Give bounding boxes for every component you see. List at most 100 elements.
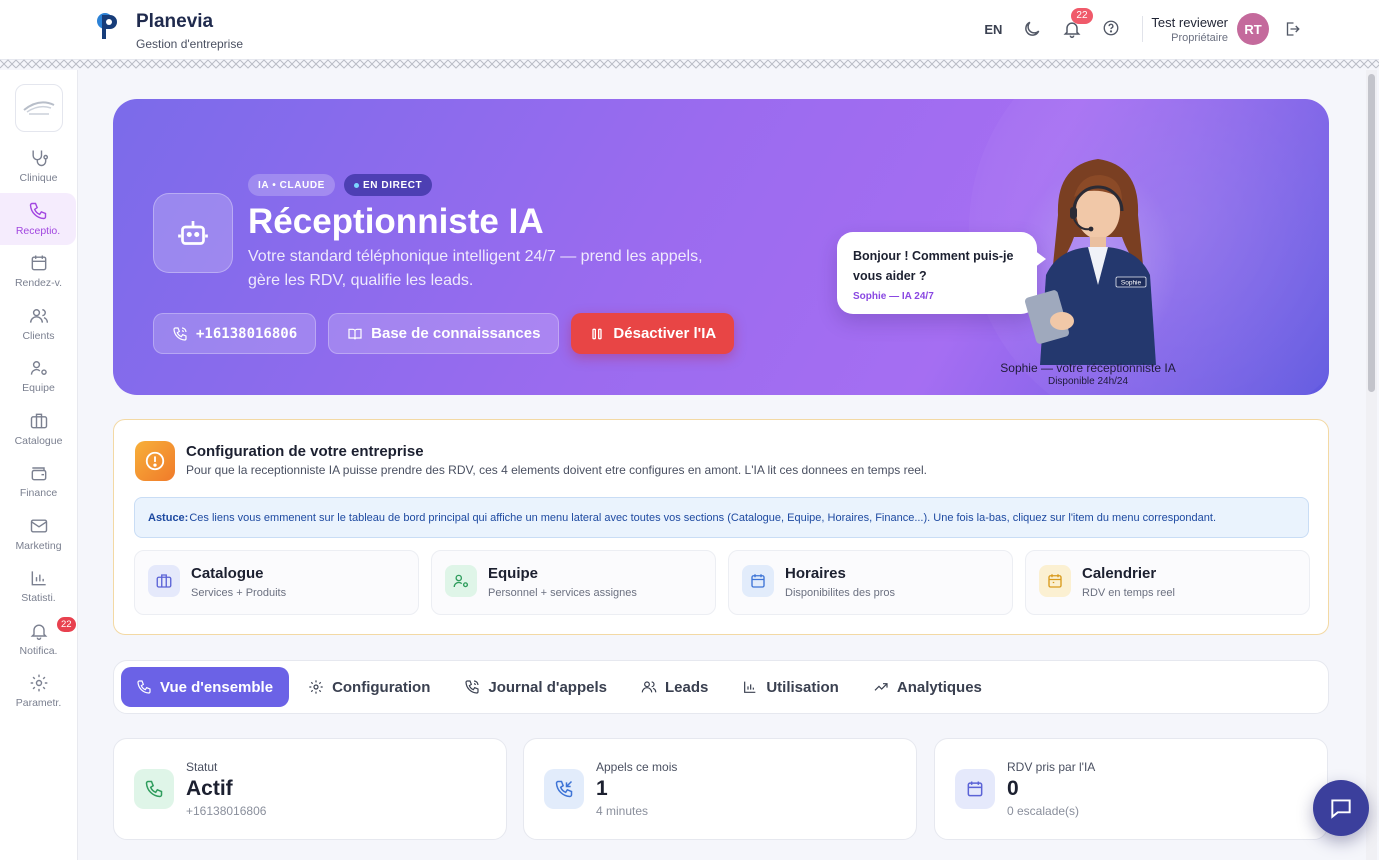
gear-icon [309, 680, 323, 694]
chart-icon [31, 571, 46, 586]
stat-label: Statut [186, 760, 218, 774]
sidebar-item-label: Rendez-v. [14, 277, 63, 290]
sidebar-item-equipe[interactable]: Equipe [0, 350, 77, 403]
user-name: Test reviewer [1151, 14, 1228, 30]
stat-card-calls: Appels ce mois 1 4 minutes [523, 738, 917, 840]
sidebar-item-reception[interactable]: Receptio. [0, 192, 76, 245]
brand-name: Planevia [136, 11, 214, 32]
tab-configuration[interactable]: Configuration [293, 667, 445, 707]
phone-number-button[interactable]: +16138016806 [153, 313, 317, 354]
help-icon[interactable] [1102, 19, 1122, 39]
tab-label: Journal d'appels [488, 678, 607, 696]
sidebar-item-label: Receptio. [15, 224, 61, 237]
stat-subtext: 0 escalade(s) [1007, 804, 1080, 818]
tab-overview[interactable]: Vue d'ensemble [121, 667, 290, 707]
user-info[interactable]: Test reviewer Propriétaire [1151, 15, 1228, 44]
chat-support-button[interactable] [1313, 780, 1369, 836]
wallet-icon [31, 467, 46, 481]
trending-up-icon [874, 683, 888, 691]
knowledge-base-label: Base de connaissances [371, 325, 541, 342]
sidebar-item-label: Clinique [19, 172, 58, 185]
tip-text: Ces liens vous emmenent sur le tableau d… [189, 511, 1217, 524]
language-toggle[interactable]: EN [984, 22, 1002, 37]
company-logo[interactable] [14, 84, 63, 132]
sidebar-item-label: Notifica. [19, 644, 58, 657]
user-cog-icon [30, 361, 47, 376]
agent-caption-availability: Disponible 24h/24 [1047, 376, 1129, 387]
tab-label: Utilisation [766, 678, 839, 696]
sidebar-item-rendez-vous[interactable]: Rendez-v. [0, 245, 77, 298]
decorative-zigzag-border [0, 58, 1379, 70]
phone-incoming-icon [544, 769, 584, 809]
live-dot-icon [353, 182, 359, 188]
tab-call-log[interactable]: Journal d'appels [449, 667, 622, 707]
tip-label: Astuce: [148, 511, 189, 524]
config-link-calendrier[interactable]: Calendrier RDV en temps reel [1025, 550, 1310, 615]
moon-icon[interactable] [1022, 19, 1042, 39]
phone-icon [134, 769, 174, 809]
phone-call-icon [173, 326, 187, 341]
calendar-icon [1039, 565, 1071, 597]
sophie-receptionist-illustration: Sophie [1018, 159, 1178, 365]
sidebar-item-statistiques[interactable]: Statisti. [0, 560, 77, 613]
sidebar-item-clients[interactable]: Clients [0, 298, 77, 351]
sidebar-item-label: Statisti. [21, 592, 56, 605]
bar-chart-icon [744, 681, 756, 693]
sidebar-item-clinique[interactable]: Clinique [0, 140, 77, 193]
config-card-subtitle: Services + Produits [191, 587, 287, 599]
stat-label: RDV pris par l'IA [1007, 760, 1096, 774]
header-divider [1142, 16, 1144, 42]
stat-subtext: 4 minutes [596, 804, 649, 818]
phone-number-label: +16138016806 [196, 325, 298, 342]
business-configuration-card: Configuration de votre entreprise Pour q… [113, 419, 1329, 635]
sidebar-item-label: Clients [22, 329, 55, 342]
tab-label: Configuration [332, 678, 431, 696]
config-link-equipe[interactable]: Equipe Personnel + services assignes [431, 550, 716, 615]
disable-ai-button[interactable]: Désactiver l'IA [571, 313, 735, 354]
sidebar-item-label: Marketing [15, 539, 62, 552]
speech-bubble: Bonjour ! Comment puis-je vous aider ? S… [837, 232, 1046, 314]
live-label: EN DIRECT [362, 179, 423, 191]
agent-caption-title: Sophie — votre réceptionniste IA [1000, 361, 1176, 375]
phone-icon [29, 202, 47, 219]
tab-leads[interactable]: Leads [626, 667, 723, 707]
users-icon [29, 308, 48, 323]
stat-value: 1 [596, 777, 608, 800]
agent-caption: Sophie — votre réceptionniste IA Disponi… [983, 361, 1193, 387]
sidebar: Clinique Receptio. Rendez-v. Clients Equ… [0, 70, 78, 860]
tab-label: Leads [664, 678, 709, 696]
sidebar-item-parametres[interactable]: Parametr. [0, 665, 77, 718]
sidebar-item-label: Equipe [22, 382, 55, 395]
avatar[interactable]: RT [1237, 13, 1269, 45]
company-logo-icon [22, 101, 54, 115]
top-header: Planevia Gestion d'entreprise EN 22 Test… [0, 0, 1379, 60]
config-card-title: Calendrier [1082, 565, 1157, 582]
sidebar-item-notifications[interactable]: Notifica. 22 [0, 613, 77, 666]
sidebar-item-marketing[interactable]: Marketing [0, 508, 77, 561]
tip-banner: Astuce: Ces liens vous emmenent sur le t… [134, 497, 1309, 538]
book-open-icon [348, 328, 362, 339]
brand[interactable]: Planevia Gestion d'entreprise [96, 11, 243, 51]
page-subtitle: Votre standard téléphonique intelligent … [248, 248, 703, 289]
sidebar-item-finance[interactable]: Finance [0, 455, 77, 508]
logout-icon[interactable] [1283, 20, 1301, 38]
config-card-subtitle: Personnel + services assignes [488, 587, 637, 599]
tab-label: Analytiques [896, 678, 982, 696]
planevia-logo-icon [97, 13, 117, 39]
tab-analytics[interactable]: Analytiques [858, 667, 997, 707]
config-card-subtitle: Disponibilites des pros [785, 587, 896, 599]
brand-subtitle: Gestion d'entreprise [136, 37, 244, 51]
config-link-horaires[interactable]: Horaires Disponibilites des pros [728, 550, 1013, 615]
scrollbar-thumb[interactable] [1368, 74, 1375, 392]
sidebar-item-catalogue[interactable]: Catalogue [0, 403, 77, 456]
config-link-catalogue[interactable]: Catalogue Services + Produits [134, 550, 419, 615]
speech-text: Bonjour ! Comment puis-je vous aider ? [853, 249, 1014, 283]
stat-value: Actif [186, 777, 233, 800]
name-badge: Sophie [1121, 280, 1142, 287]
notifications-bell-icon[interactable]: 22 [1062, 8, 1093, 39]
sidebar-notification-badge: 22 [57, 616, 76, 632]
knowledge-base-button[interactable]: Base de connaissances [328, 313, 560, 354]
stethoscope-icon [31, 150, 48, 167]
calendar-icon [955, 769, 995, 809]
tab-usage[interactable]: Utilisation [727, 667, 854, 707]
